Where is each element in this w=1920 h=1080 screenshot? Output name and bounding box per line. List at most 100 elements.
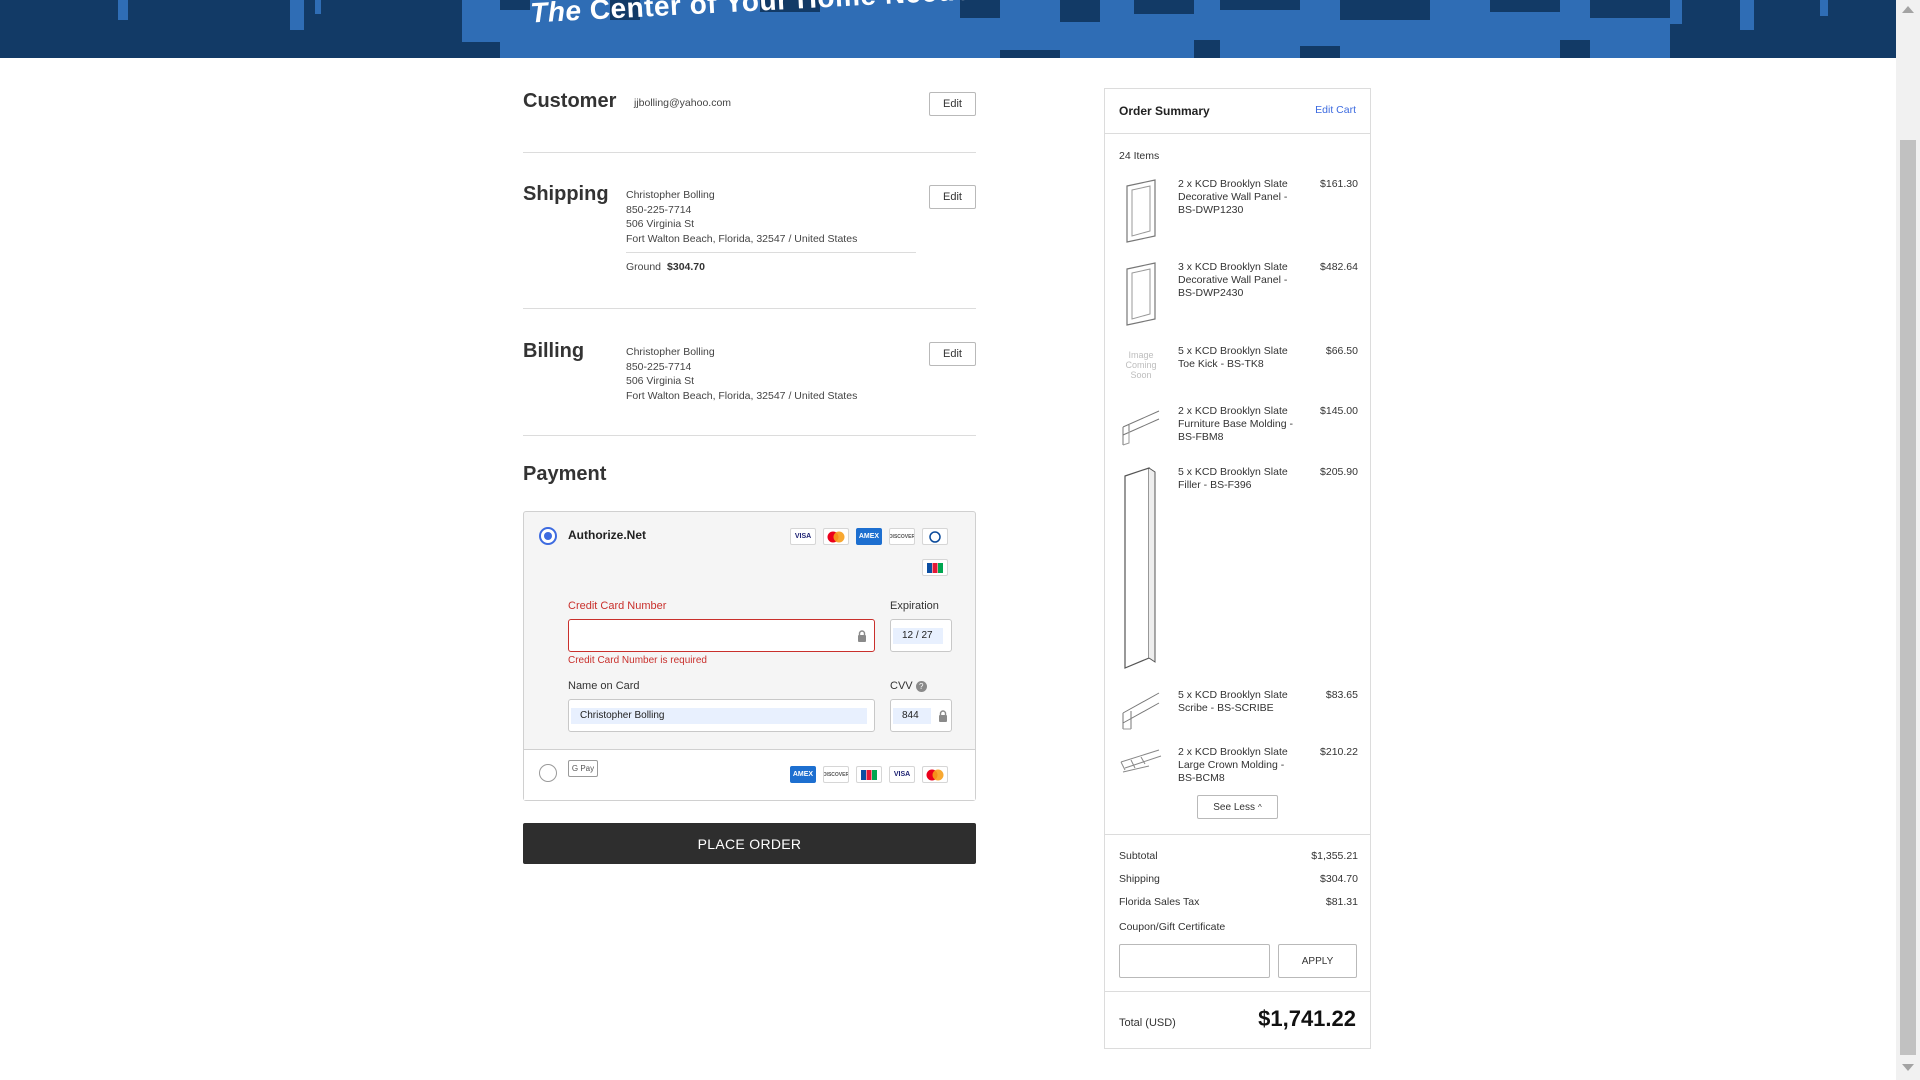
- billing-name: Christopher Bolling: [626, 346, 715, 358]
- subtotal-row: Subtotal $1,355.21: [1119, 850, 1358, 862]
- cart-item: 2 x KCD Brooklyn Slate Decorative Wall P…: [1119, 178, 1358, 248]
- gpay-discover-icon: DISCOVER: [823, 766, 849, 783]
- billing-street: 506 Virginia St: [626, 375, 695, 388]
- panel-icon: [1126, 262, 1156, 326]
- mastercard-icon: [823, 528, 849, 545]
- coupon-label: Coupon/Gift Certificate: [1119, 921, 1226, 933]
- cart-item: 3 x KCD Brooklyn Slate Decorative Wall P…: [1119, 261, 1358, 331]
- cart-item-name: 5 x KCD Brooklyn Slate Toe Kick - BS-TK8: [1178, 345, 1288, 370]
- cart-item-name: 2 x KCD Brooklyn Slate Furniture Base Mo…: [1178, 405, 1293, 443]
- lock-icon: [858, 630, 866, 642]
- billing-city: Fort Walton Beach, Florida, 32547 / Unit…: [626, 390, 858, 403]
- checkout-steps: Customer jjbolling@yahoo.com Edit Shippi…: [523, 74, 976, 436]
- billing-title: Billing: [523, 340, 585, 362]
- card-number-error: Credit Card Number is required: [568, 655, 707, 666]
- scroll-down-icon[interactable]: [1902, 1064, 1914, 1071]
- shipping-name: Christopher Bolling: [626, 189, 715, 201]
- apply-coupon-button[interactable]: APPLY: [1278, 944, 1357, 978]
- cvv-help-icon[interactable]: ?: [915, 680, 927, 692]
- tax-row: Florida Sales Tax $81.31: [1119, 896, 1358, 908]
- cart-item-name: 2 x KCD Brooklyn Slate Large Crown Moldi…: [1178, 746, 1288, 784]
- image-coming-soon: Image Coming Soon: [1125, 350, 1157, 380]
- cvv-value: 844: [893, 707, 931, 724]
- billing-edit-button[interactable]: Edit: [929, 342, 976, 366]
- chevron-up-icon: ^: [1257, 802, 1262, 812]
- order-summary-title: Order Summary: [1119, 104, 1210, 118]
- cart-item: 5 x KCD Brooklyn Slate Scribe - BS-SCRIB…: [1119, 689, 1358, 733]
- expiration-label: Expiration: [890, 600, 939, 612]
- shipping-step: Shipping Christopher Bolling 850-225-771…: [523, 153, 976, 309]
- shipping-method: Ground $304.70: [626, 252, 916, 273]
- cart-item: 5 x KCD Brooklyn Slate Filler - BS-F396 …: [1119, 466, 1358, 671]
- expiration-input[interactable]: 12 / 27: [890, 619, 952, 652]
- authorize-label: Authorize.Net: [568, 528, 646, 542]
- cart-item-name: 2 x KCD Brooklyn Slate Decorative Wall P…: [1178, 178, 1288, 216]
- crown-icon: [1120, 749, 1162, 773]
- header-banner: The Center of Your Home Needs: [0, 0, 1896, 58]
- shipping-method-price: $304.70: [667, 261, 705, 273]
- cart-item-price: $210.22: [1320, 746, 1358, 758]
- payment-title: Payment: [523, 463, 607, 485]
- cart-item-name: 5 x KCD Brooklyn Slate Filler - BS-F396: [1178, 466, 1288, 491]
- shipping-title: Shipping: [523, 183, 609, 205]
- total-label: Total (USD): [1119, 1017, 1176, 1029]
- customer-title: Customer: [523, 90, 617, 112]
- cart-item-price: $205.90: [1320, 466, 1358, 478]
- summary-divider: [1105, 834, 1370, 835]
- cvv-lock-icon: [939, 710, 947, 722]
- see-less-button[interactable]: See Less ^: [1197, 795, 1278, 819]
- shipping-method-name: Ground: [626, 261, 662, 273]
- scribe-icon: [1122, 692, 1160, 730]
- visa-icon: VISA: [790, 528, 816, 545]
- customer-email: jjbolling@yahoo.com: [634, 97, 732, 109]
- cart-item: 2 x KCD Brooklyn Slate Large Crown Moldi…: [1119, 746, 1358, 790]
- customer-edit-button[interactable]: Edit: [929, 92, 976, 116]
- shipping-phone: 850-225-7714: [626, 203, 692, 216]
- name-on-card-input[interactable]: Christopher Bolling: [568, 699, 875, 732]
- card-number-input[interactable]: [568, 619, 875, 652]
- skyline-graphic: [118, 0, 1828, 58]
- cart-item-price: $482.64: [1320, 261, 1358, 273]
- cart-item-price: $66.50: [1325, 345, 1358, 357]
- card-number-label: Credit Card Number: [568, 600, 667, 612]
- gpay-mastercard-icon: [922, 766, 948, 783]
- name-on-card-label: Name on Card: [568, 680, 640, 692]
- place-order-button[interactable]: PLACE ORDER: [523, 823, 976, 864]
- coupon-input[interactable]: [1119, 944, 1270, 978]
- gpay-radio[interactable]: [539, 764, 557, 782]
- cvv-label: CVV ?: [890, 680, 927, 692]
- items-count: 24 Items: [1119, 150, 1160, 162]
- cart-item-name: 5 x KCD Brooklyn Slate Scribe - BS-SCRIB…: [1178, 689, 1288, 714]
- shipping-edit-button[interactable]: Edit: [929, 185, 976, 209]
- billing-step: Billing Christopher Bolling 850-225-7714…: [523, 309, 976, 436]
- name-on-card-value: Christopher Bolling: [571, 707, 867, 724]
- edit-cart-link[interactable]: Edit Cart: [1315, 104, 1356, 116]
- shipping-street: 506 Virginia St: [626, 218, 695, 231]
- jcb-icon: [922, 559, 948, 576]
- page-scrollbar[interactable]: [1896, 0, 1920, 1080]
- molding-icon: [1122, 410, 1160, 446]
- cart-item: 2 x KCD Brooklyn Slate Furniture Base Mo…: [1119, 405, 1358, 449]
- scroll-thumb[interactable]: [1900, 140, 1916, 1055]
- amex-icon: AMEX: [856, 528, 882, 545]
- cart-item-price: $83.65: [1325, 689, 1358, 701]
- cart-item: Image Coming Soon 5 x KCD Brooklyn Slate…: [1119, 345, 1358, 389]
- shipping-city: Fort Walton Beach, Florida, 32547 / Unit…: [626, 233, 858, 246]
- discover-icon: DISCOVER: [889, 528, 915, 545]
- authorize-radio[interactable]: [539, 527, 557, 545]
- gpay-icon: G Pay: [568, 760, 598, 777]
- panel-icon: [1126, 179, 1156, 243]
- cart-item-name: 3 x KCD Brooklyn Slate Decorative Wall P…: [1178, 261, 1288, 299]
- gpay-amex-icon: AMEX: [790, 766, 816, 783]
- billing-address: Christopher Bolling 850-225-7714 506 Vir…: [626, 345, 857, 404]
- payment-methods: Authorize.Net VISA AMEX DISCOVER Credit …: [523, 511, 976, 801]
- expiration-value: 12 / 27: [893, 627, 943, 644]
- cart-item-price: $161.30: [1320, 178, 1358, 190]
- cart-item-price: $145.00: [1320, 405, 1358, 417]
- total-value: $1,741.22: [1258, 1006, 1356, 1031]
- gpay-visa-icon: VISA: [889, 766, 915, 783]
- order-summary: Order Summary Edit Cart 24 Items 2 x KCD…: [1104, 88, 1371, 1049]
- order-summary-header: Order Summary Edit Cart: [1105, 89, 1370, 134]
- diners-club-icon: [922, 528, 948, 545]
- scroll-up-icon[interactable]: [1902, 6, 1914, 13]
